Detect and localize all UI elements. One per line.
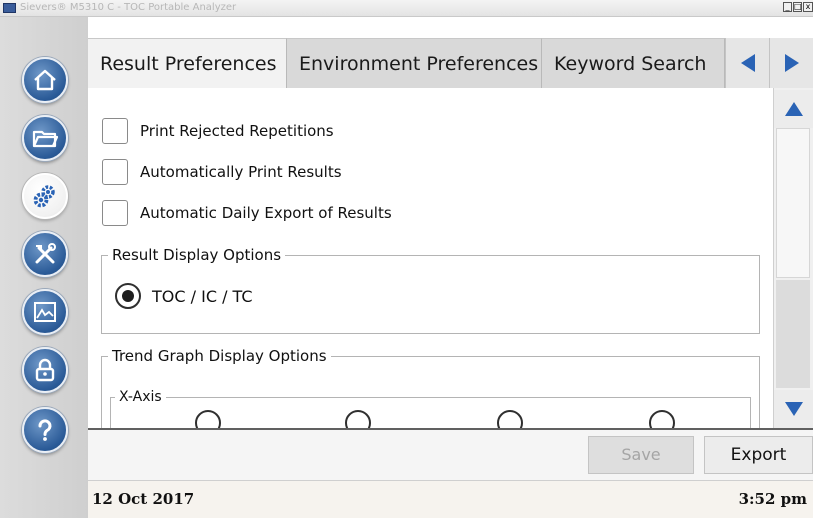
- triangle-right-icon: [784, 54, 799, 72]
- tab-scroll-right-button[interactable]: [769, 38, 813, 88]
- triangle-down-icon: [784, 402, 803, 416]
- lock-icon: [35, 358, 55, 382]
- x-axis-option-radio[interactable]: [195, 410, 221, 428]
- tab-keyword-search[interactable]: Keyword Search: [542, 38, 725, 88]
- scroll-up-button[interactable]: [774, 90, 813, 128]
- radio-label: TOC / IC / TC: [152, 286, 253, 306]
- checkbox-row[interactable]: Automatic Daily Export of Results: [102, 200, 392, 226]
- export-button[interactable]: Export: [704, 436, 813, 474]
- scroll-track[interactable]: [776, 280, 810, 388]
- sidebar-help-button[interactable]: [22, 407, 68, 453]
- sidebar-folder-button[interactable]: [22, 115, 68, 161]
- settings-panel: Print Rejected Repetitions Automatically…: [88, 88, 773, 428]
- radio-selected-dot: [122, 290, 134, 302]
- print-rejected-repetitions-checkbox[interactable]: [102, 118, 128, 144]
- close-button[interactable]: x: [803, 2, 813, 12]
- app-icon: [3, 3, 16, 13]
- x-axis-legend: X-Axis: [115, 388, 166, 406]
- checkbox-label: Print Rejected Repetitions: [140, 122, 334, 140]
- window-title: Sievers® M5310 C - TOC Portable Analyzer: [20, 2, 237, 13]
- x-axis-option-radio[interactable]: [497, 410, 523, 428]
- triangle-up-icon: [784, 102, 803, 116]
- status-time: 3:52 pm: [738, 490, 807, 508]
- result-display-options-legend: Result Display Options: [108, 246, 286, 264]
- home-icon: [34, 69, 56, 91]
- sidebar-tools-button[interactable]: [22, 231, 68, 277]
- automatic-daily-export-checkbox[interactable]: [102, 200, 128, 226]
- vertical-scrollbar[interactable]: [773, 88, 813, 428]
- save-button[interactable]: Save: [588, 436, 694, 474]
- trend-graph-display-options-legend: Trend Graph Display Options: [108, 347, 331, 365]
- scroll-down-button[interactable]: [774, 390, 813, 428]
- radio-row[interactable]: TOC / IC / TC: [115, 283, 253, 309]
- checkbox-label: Automatically Print Results: [140, 163, 342, 181]
- triangle-left-icon: [740, 54, 755, 72]
- tab-result-preferences[interactable]: Result Preferences: [88, 38, 287, 88]
- trend-graph-display-options-group: Trend Graph Display Options X-Axis: [101, 347, 760, 428]
- x-axis-group: X-Axis: [110, 388, 751, 428]
- maximize-button[interactable]: □: [793, 2, 802, 12]
- sidebar-graph-button[interactable]: [22, 289, 68, 335]
- sidebar-home-button[interactable]: [22, 57, 68, 103]
- folder-icon: [32, 130, 59, 148]
- scroll-thumb[interactable]: [776, 128, 810, 278]
- tab-environment-preferences[interactable]: Environment Preferences: [287, 38, 542, 88]
- tab-bar: Result Preferences Environment Preferenc…: [88, 38, 813, 88]
- result-display-options-group: Result Display Options TOC / IC / TC: [101, 246, 760, 334]
- tools-icon: [35, 243, 56, 264]
- x-axis-option-radio[interactable]: [649, 410, 675, 428]
- checkbox-row[interactable]: Print Rejected Repetitions: [102, 118, 334, 144]
- sidebar: [0, 17, 88, 518]
- sidebar-lock-button[interactable]: [22, 347, 68, 393]
- x-axis-option-radio[interactable]: [345, 410, 371, 428]
- graph-icon: [34, 302, 56, 322]
- toc-ic-tc-radio[interactable]: [115, 283, 141, 309]
- action-bar: Save Export: [88, 428, 813, 480]
- gear-icon: [33, 185, 55, 208]
- checkbox-row[interactable]: Automatically Print Results: [102, 159, 342, 185]
- sidebar-settings-button[interactable]: [22, 173, 68, 219]
- minimize-button[interactable]: _: [783, 2, 792, 12]
- checkbox-label: Automatic Daily Export of Results: [140, 204, 392, 222]
- status-bar: 12 Oct 2017 3:52 pm: [88, 480, 813, 518]
- status-date: 12 Oct 2017: [92, 490, 195, 508]
- automatically-print-results-checkbox[interactable]: [102, 159, 128, 185]
- help-icon: [38, 419, 52, 441]
- title-bar: Sievers® M5310 C - TOC Portable Analyzer…: [0, 0, 813, 17]
- tab-scroll-left-button[interactable]: [725, 38, 769, 88]
